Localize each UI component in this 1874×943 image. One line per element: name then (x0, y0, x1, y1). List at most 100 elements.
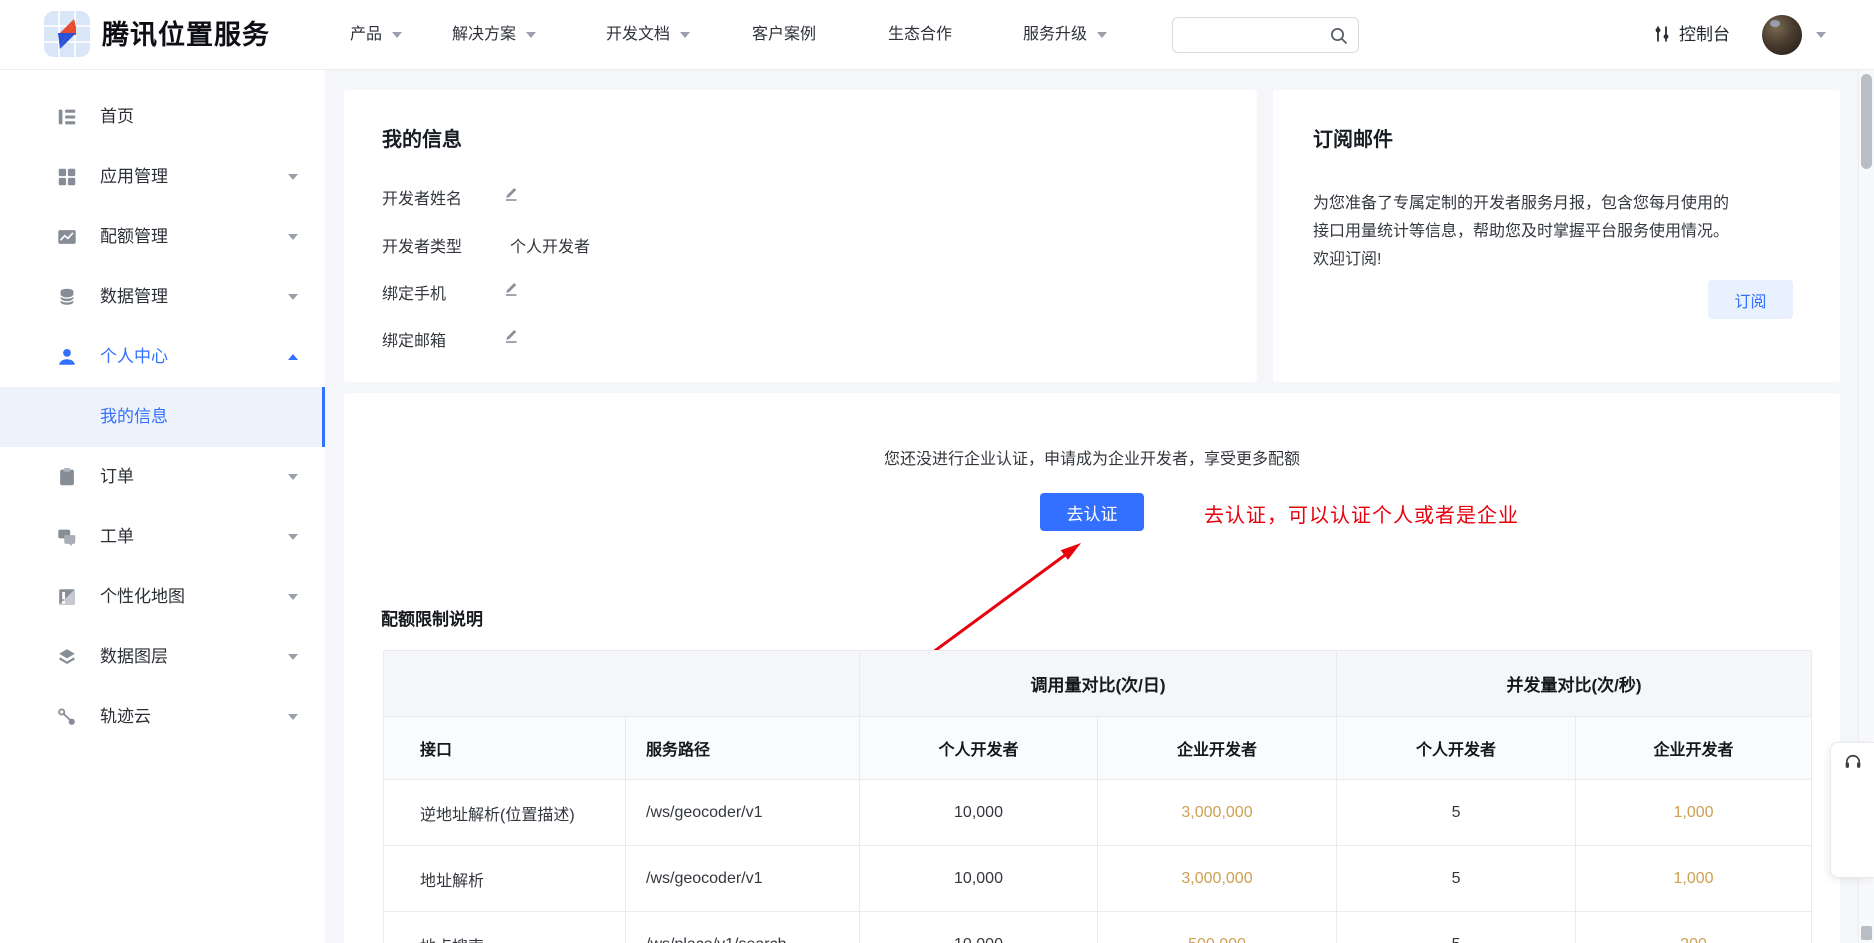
personal-quota-cell: 10,000 (860, 780, 1098, 846)
personal-concurrency-cell: 5 (1337, 912, 1576, 943)
chevron-down-icon (288, 474, 298, 480)
sidebar-item-personal-center[interactable]: 个人中心 (0, 327, 325, 387)
nav-solutions[interactable]: 解决方案 (452, 0, 516, 70)
personal-quota-cell: 10,000 (860, 912, 1098, 943)
sidebar-item-app-management[interactable]: 应用管理 (0, 147, 325, 207)
top-navigation-bar: 腾讯位置服务 产品 解决方案 开发文档 客户案例 生态合作 服务升级 控制台 (0, 0, 1874, 70)
edit-pencil-icon[interactable] (502, 279, 520, 297)
scrollbar-down-button[interactable] (1861, 926, 1872, 940)
search-input[interactable] (1183, 19, 1328, 51)
layers-icon (56, 646, 78, 668)
nav-ecosystem[interactable]: 生态合作 (888, 0, 952, 70)
service-path-cell: /ws/geocoder/v1 (626, 780, 860, 846)
enterprise-concurrency-cell: 1,000 (1576, 780, 1812, 846)
chevron-down-icon (288, 654, 298, 660)
search-box (1172, 17, 1359, 53)
subscribe-button[interactable]: 订阅 (1708, 280, 1793, 319)
main-content: 我的信息 开发者姓名 开发者类型 个人开发者 绑定手机 绑定邮箱 订阅邮件 为您… (325, 70, 1874, 943)
chevron-down-icon[interactable] (1816, 32, 1826, 38)
developer-type-label: 开发者类型 (382, 233, 462, 257)
clipboard-icon (56, 466, 78, 488)
chevron-down-icon (288, 714, 298, 720)
quota-table: 调用量对比(次/日) 并发量对比(次/秒) 接口 服务路径 个人开发者 企业开发… (383, 650, 1812, 943)
col-header-enterprise-dev: 企业开发者 (1576, 717, 1812, 780)
col-header-path: 服务路径 (626, 717, 860, 780)
developer-name-label: 开发者姓名 (382, 185, 462, 209)
bound-phone-label: 绑定手机 (382, 280, 446, 304)
my-info-card: 我的信息 开发者姓名 开发者类型 个人开发者 绑定手机 绑定邮箱 (344, 90, 1257, 382)
route-icon (56, 706, 78, 728)
subscribe-text-line3: 欢迎订阅! (1313, 246, 1803, 273)
empty-group-cell (384, 651, 860, 717)
console-link[interactable]: 控制台 (1652, 0, 1730, 70)
brand-logo-icon (44, 11, 90, 57)
database-icon (56, 286, 78, 308)
sidebar-item-quota-management[interactable]: 配额管理 (0, 207, 325, 267)
chat-bubbles-icon (56, 526, 78, 548)
enterprise-quota-cell: 3,000,000 (1098, 846, 1337, 912)
brand-title: 腾讯位置服务 (102, 0, 270, 70)
home-list-icon (56, 106, 78, 128)
table-row: 逆地址解析(位置描述) /ws/geocoder/v1 10,000 3,000… (384, 780, 1812, 846)
col-header-personal-dev: 个人开发者 (860, 717, 1098, 780)
my-info-title: 我的信息 (382, 123, 462, 152)
edit-pencil-icon[interactable] (502, 184, 520, 202)
sidebar-item-tickets[interactable]: 工单 (0, 507, 325, 567)
certification-notice: 您还没进行企业认证，申请成为企业开发者，享受更多配额 (344, 445, 1840, 469)
sliders-icon (1652, 24, 1672, 44)
chevron-down-icon (392, 32, 402, 38)
compass-needle-icon (52, 17, 82, 51)
sidebar-item-orders[interactable]: 订单 (0, 447, 325, 507)
personal-concurrency-cell: 5 (1337, 846, 1576, 912)
sidebar: 首页 应用管理 配额管理 数据管理 个人中心 (0, 70, 325, 943)
sidebar-item-custom-map[interactable]: 个性化地图 (0, 567, 325, 627)
service-path-cell: /ws/geocoder/v1 (626, 846, 860, 912)
chevron-down-icon (288, 234, 298, 240)
custom-map-icon (56, 586, 78, 608)
scrollbar-thumb[interactable] (1861, 74, 1872, 169)
table-group-header-row: 调用量对比(次/日) 并发量对比(次/秒) (384, 651, 1812, 717)
quota-heading: 配额限制说明 (381, 605, 483, 630)
concurrency-group-header: 并发量对比(次/秒) (1337, 651, 1812, 717)
subscribe-text-line1: 为您准备了专属定制的开发者服务月报，包含您每月使用的 (1313, 190, 1803, 217)
subscribe-text-line2: 接口用量统计等信息，帮助您及时掌握平台服务使用情况。 (1313, 218, 1803, 245)
red-annotation-text: 去认证，可以认证个人或者是企业 (1204, 499, 1519, 528)
nav-products[interactable]: 产品 (350, 0, 382, 70)
col-header-enterprise-dev: 企业开发者 (1098, 717, 1337, 780)
contact-support-widget[interactable] (1830, 742, 1874, 878)
search-icon[interactable] (1329, 26, 1349, 46)
bound-email-label: 绑定邮箱 (382, 327, 446, 351)
api-name-cell: 地址解析 (384, 846, 626, 912)
col-header-personal-dev: 个人开发者 (1337, 717, 1576, 780)
nav-service-upgrade[interactable]: 服务升级 (1023, 0, 1087, 70)
col-header-api: 接口 (384, 717, 626, 780)
nav-docs[interactable]: 开发文档 (606, 0, 670, 70)
table-row: 地点搜索 /ws/place/v1/search 10,000 500,000 … (384, 912, 1812, 943)
sidebar-item-data-layers[interactable]: 数据图层 (0, 627, 325, 687)
chevron-down-icon (680, 32, 690, 38)
chevron-down-icon (1097, 32, 1107, 38)
nav-customer-cases[interactable]: 客户案例 (752, 0, 816, 70)
console-label: 控制台 (1679, 25, 1730, 44)
enterprise-concurrency-cell: 200 (1576, 912, 1812, 943)
chevron-down-icon (288, 534, 298, 540)
chart-image-icon (56, 226, 78, 248)
developer-type-value: 个人开发者 (510, 233, 590, 257)
user-avatar[interactable] (1762, 15, 1802, 55)
chevron-down-icon (288, 174, 298, 180)
api-name-cell: 地点搜索 (384, 912, 626, 943)
edit-pencil-icon[interactable] (502, 326, 520, 344)
sidebar-item-data-management[interactable]: 数据管理 (0, 267, 325, 327)
go-certify-button[interactable]: 去认证 (1040, 493, 1144, 531)
chevron-down-icon (288, 594, 298, 600)
personal-quota-cell: 10,000 (860, 846, 1098, 912)
subscribe-card: 订阅邮件 为您准备了专属定制的开发者服务月报，包含您每月使用的 接口用量统计等信… (1273, 90, 1840, 382)
sidebar-item-track-cloud[interactable]: 轨迹云 (0, 687, 325, 747)
api-name-cell: 逆地址解析(位置描述) (384, 780, 626, 846)
sidebar-item-home[interactable]: 首页 (0, 87, 325, 147)
table-header-row: 接口 服务路径 个人开发者 企业开发者 个人开发者 企业开发者 (384, 717, 1812, 780)
grid-icon (56, 166, 78, 188)
sidebar-subitem-my-info[interactable]: 我的信息 (0, 387, 325, 447)
enterprise-quota-cell: 3,000,000 (1098, 780, 1337, 846)
person-icon (56, 346, 78, 368)
